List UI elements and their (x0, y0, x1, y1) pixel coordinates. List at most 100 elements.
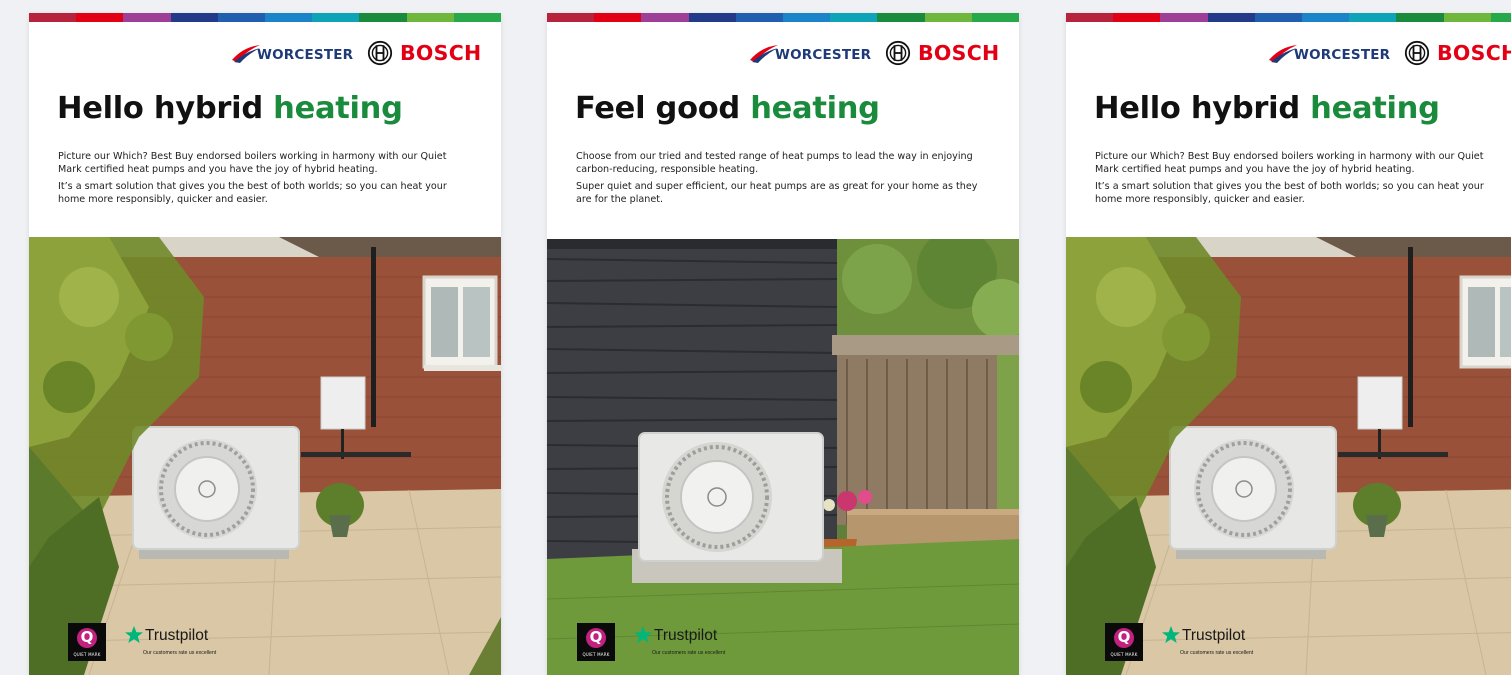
brick-patio-scene (29, 237, 501, 675)
stripe-segment (312, 13, 360, 22)
brick-patio-scene (1066, 237, 1511, 675)
stripe-segment (688, 13, 736, 22)
bosch-armature-icon (885, 40, 911, 66)
trustpilot-badge: Trustpilot Our customers rate us excelle… (124, 625, 264, 659)
stripe-segment (594, 13, 642, 22)
trustpilot-star-icon (125, 626, 143, 643)
quiet-mark-q-icon: Q (80, 628, 94, 646)
worcester-logo: WORCESTER (749, 40, 874, 66)
body-paragraph-1: Picture our Which? Best Buy endorsed boi… (1095, 151, 1484, 175)
worcester-wordmark: WORCESTER (257, 47, 354, 63)
quiet-mark-badge: Q QUIET MARK (68, 623, 106, 661)
stripe-segment (1349, 13, 1397, 22)
headline: Hello hybrid heating (1094, 91, 1440, 126)
trustpilot-rating: Our customers rate us excellent (143, 650, 217, 656)
stripe-segment (29, 13, 77, 22)
trustpilot-wordmark: Trustpilot (654, 627, 718, 644)
stripe-segment (1490, 13, 1511, 22)
stripe-segment (76, 13, 124, 22)
stripe-segment (1443, 13, 1491, 22)
stripe-segment (406, 13, 454, 22)
bosch-logo: BOSCH (885, 40, 1019, 66)
stripe-segment (265, 13, 313, 22)
brand-color-stripe (547, 13, 1019, 22)
stripe-segment (1396, 13, 1444, 22)
quiet-mark-q-icon: Q (589, 628, 603, 646)
headline-accent: heating (750, 91, 880, 126)
bosch-wordmark: BOSCH (918, 41, 1000, 65)
headline-accent: heating (1310, 91, 1440, 126)
leaflet-card-feel-good-heating: WORCESTER BOSCH Feel good heating Choose… (547, 13, 1019, 675)
quiet-mark-label: QUIET MARK (73, 652, 101, 657)
headline-main: Hello hybrid (1094, 91, 1311, 126)
stripe-segment (641, 13, 689, 22)
quiet-mark-badge: Q QUIET MARK (577, 623, 615, 661)
body-copy: Picture our Which? Best Buy endorsed boi… (1095, 151, 1500, 211)
headline-main: Hello hybrid (57, 91, 274, 126)
stripe-segment (971, 13, 1019, 22)
body-paragraph-2: Super quiet and super efficient, our hea… (576, 181, 978, 205)
trustpilot-badge: Trustpilot Our customers rate us excelle… (633, 625, 773, 659)
quiet-mark-label: QUIET MARK (582, 652, 610, 657)
stripe-segment (453, 13, 501, 22)
stripe-segment (783, 13, 831, 22)
stripe-segment (877, 13, 925, 22)
stripe-segment (547, 13, 595, 22)
heat-pump-photo (547, 239, 1019, 675)
trustpilot-star-icon (1162, 626, 1180, 643)
brand-color-stripe (29, 13, 501, 22)
headline-accent: heating (273, 91, 403, 126)
bosch-logo: BOSCH (1404, 40, 1511, 66)
endorsement-badges: Q QUIET MARK Trustpilot Our customers ra… (68, 623, 268, 661)
stripe-segment (1160, 13, 1208, 22)
trustpilot-star-icon (634, 626, 652, 643)
logo-bar: WORCESTER BOSCH (749, 40, 1019, 66)
body-copy: Picture our Which? Best Buy endorsed boi… (58, 151, 463, 211)
stripe-segment (123, 13, 171, 22)
stripe-segment (1254, 13, 1303, 22)
trustpilot-badge: Trustpilot Our customers rate us excelle… (1161, 625, 1301, 659)
bosch-armature-icon (367, 40, 393, 66)
brand-color-stripe (1066, 13, 1511, 22)
worcester-logo: WORCESTER (1268, 40, 1393, 66)
leaflet-card-hybrid-heating: WORCESTER BOSCH Hello hybrid heating Pic… (29, 13, 501, 675)
quiet-mark-q-icon: Q (1117, 628, 1131, 646)
stripe-segment (170, 13, 218, 22)
bosch-logo: BOSCH (367, 40, 501, 66)
stripe-segment (1113, 13, 1161, 22)
quiet-mark-label: QUIET MARK (1110, 652, 1138, 657)
trustpilot-wordmark: Trustpilot (145, 627, 209, 644)
heat-pump-photo (1066, 237, 1511, 675)
heat-pump-photo (29, 237, 501, 675)
bosch-wordmark: BOSCH (400, 41, 482, 65)
endorsement-badges: Q QUIET MARK Trustpilot Our customers ra… (577, 623, 777, 661)
body-paragraph-2: It’s a smart solution that gives you the… (58, 181, 447, 205)
quiet-mark-badge: Q QUIET MARK (1105, 623, 1143, 661)
worcester-wordmark: WORCESTER (1294, 47, 1391, 63)
logo-bar: WORCESTER BOSCH (1268, 40, 1511, 66)
headline: Feel good heating (575, 91, 880, 126)
headline-main: Feel good (575, 91, 751, 126)
stripe-segment (359, 13, 407, 22)
slate-wall-garden-scene (547, 239, 1019, 675)
trustpilot-rating: Our customers rate us excellent (1180, 650, 1254, 656)
stripe-segment (1302, 13, 1350, 22)
trustpilot-wordmark: Trustpilot (1182, 627, 1246, 644)
bosch-wordmark: BOSCH (1437, 41, 1511, 65)
stripe-segment (217, 13, 266, 22)
stripe-segment (1066, 13, 1114, 22)
logo-bar: WORCESTER BOSCH (231, 40, 501, 66)
worcester-logo: WORCESTER (231, 40, 356, 66)
body-copy: Choose from our tried and tested range o… (576, 151, 981, 211)
trustpilot-rating: Our customers rate us excellent (652, 650, 726, 656)
worcester-wordmark: WORCESTER (775, 47, 872, 63)
body-paragraph-2: It’s a smart solution that gives you the… (1095, 181, 1484, 205)
body-paragraph-1: Choose from our tried and tested range o… (576, 151, 973, 175)
stripe-segment (1207, 13, 1255, 22)
stripe-segment (735, 13, 784, 22)
bosch-armature-icon (1404, 40, 1430, 66)
body-paragraph-1: Picture our Which? Best Buy endorsed boi… (58, 151, 447, 175)
leaflet-card-hybrid-heating-duplicate: WORCESTER BOSCH Hello hybrid heating Pic… (1066, 13, 1511, 675)
endorsement-badges: Q QUIET MARK Trustpilot Our customers ra… (1105, 623, 1305, 661)
headline: Hello hybrid heating (57, 91, 403, 126)
